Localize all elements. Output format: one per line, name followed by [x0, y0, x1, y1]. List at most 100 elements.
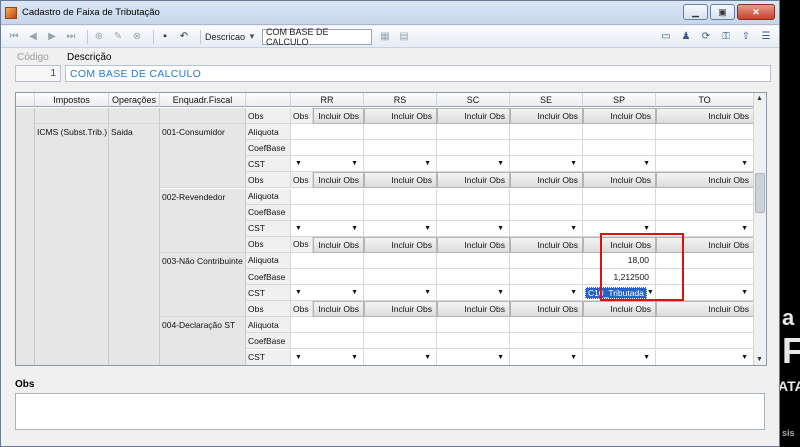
aliquota-cell-rr[interactable] — [291, 317, 364, 334]
aliquota-cell-to[interactable] — [656, 124, 754, 141]
save-icon[interactable]: ▪ — [158, 30, 172, 44]
scroll-up-icon[interactable]: ▲ — [756, 95, 763, 102]
cst-combobox-sc[interactable]: ▼ — [437, 220, 510, 237]
cst-combobox-to[interactable]: ▼ — [656, 220, 754, 237]
incluir-obs-button[interactable]: Incluir Obs — [656, 301, 754, 318]
refresh-icon[interactable]: ⟳ — [699, 29, 713, 43]
obs-textarea[interactable] — [15, 393, 765, 430]
dropdown-arrow-icon[interactable]: ▼ — [643, 354, 650, 361]
code-field[interactable]: 1 — [15, 65, 61, 82]
coefbase-cell-se[interactable] — [510, 204, 583, 221]
coefbase-cell-sc[interactable] — [437, 269, 510, 286]
incluir-obs-button[interactable]: Incluir Obs — [313, 236, 364, 253]
delete-icon[interactable]: ⊗ — [130, 30, 144, 44]
add-icon[interactable]: ⊕ — [92, 30, 106, 44]
dropdown-arrow-icon[interactable]: ▼ — [570, 160, 577, 167]
aliquota-cell-se[interactable] — [510, 188, 583, 205]
edit-icon[interactable]: ✎ — [111, 30, 125, 44]
aliquota-cell-se[interactable] — [510, 252, 583, 269]
maximize-button[interactable]: ▣ — [710, 4, 735, 20]
title-bar[interactable]: Cadastro de Faixa de Tributação ▁ ▣ ✕ — [1, 1, 779, 25]
cst-combobox-se[interactable]: ▼ — [510, 220, 583, 237]
dropdown-arrow-icon[interactable]: ▼ — [424, 225, 431, 232]
scroll-down-icon[interactable]: ▼ — [756, 356, 763, 363]
cst-combobox-se[interactable]: ▼ — [510, 156, 583, 173]
dropdown-arrow-icon[interactable]: ▼ — [351, 289, 358, 296]
dropdown-arrow-icon[interactable]: ▼ — [741, 160, 748, 167]
vertical-scrollbar[interactable]: ▲ ▼ — [753, 93, 766, 365]
lock-icon[interactable]: ⚿ — [719, 29, 733, 43]
cst-combobox-sc[interactable]: ▼ — [437, 156, 510, 173]
aliquota-cell-sc[interactable] — [437, 188, 510, 205]
dropdown-arrow-icon[interactable]: ▼ — [741, 225, 748, 232]
coefbase-cell-sp[interactable] — [583, 333, 656, 350]
cst-combobox-to[interactable]: ▼ — [656, 285, 754, 302]
incluir-obs-button[interactable]: Incluir Obs — [364, 301, 437, 318]
cst-combobox-to[interactable]: ▼ — [656, 156, 754, 173]
dropdown-arrow-icon[interactable]: ▼ — [351, 225, 358, 232]
report-icon[interactable]: ▤ — [397, 30, 411, 44]
dropdown-arrow-icon[interactable]: ▼ — [643, 160, 650, 167]
dropdown-arrow-icon[interactable]: ▼ — [497, 354, 504, 361]
dropdown-arrow-icon[interactable]: ▼ — [570, 289, 577, 296]
dropdown-arrow-icon[interactable]: ▼ — [351, 160, 358, 167]
dropdown-arrow-icon[interactable]: ▼ — [570, 225, 577, 232]
incluir-obs-button[interactable]: Incluir Obs — [510, 108, 583, 125]
cst-combobox-sp[interactable]: ▼ — [583, 220, 656, 237]
coefbase-cell-to[interactable] — [656, 333, 754, 350]
aliquota-cell-to[interactable] — [656, 317, 754, 334]
aliquota-cell-sp[interactable] — [583, 124, 656, 141]
coefbase-cell-sp[interactable] — [583, 204, 656, 221]
cst-combobox-to[interactable]: ▼ — [656, 349, 754, 365]
dropdown-arrow-icon[interactable]: ▼ — [647, 289, 654, 296]
coefbase-cell-rr[interactable] — [291, 204, 364, 221]
coefbase-cell-rs[interactable] — [364, 204, 437, 221]
dropdown-arrow-icon[interactable]: ▼ — [741, 354, 748, 361]
first-record-icon[interactable]: ⏮ — [7, 30, 21, 44]
cst-combobox-rs[interactable]: ▼ — [364, 349, 437, 365]
incluir-obs-button[interactable]: Incluir Obs — [510, 172, 583, 189]
header-enquadramento[interactable]: Enquadr.Fiscal — [160, 93, 246, 107]
coefbase-cell-rs[interactable] — [364, 333, 437, 350]
cst-combobox-rs[interactable]: ▼ — [364, 285, 437, 302]
cst-combobox-rs[interactable]: ▼ — [364, 220, 437, 237]
dropdown-arrow-icon[interactable]: ▼ — [424, 160, 431, 167]
dropdown-arrow-icon[interactable]: ▼ — [295, 289, 302, 296]
aliquota-cell-rs[interactable] — [364, 252, 437, 269]
dropdown-arrow-icon[interactable]: ▼ — [497, 160, 504, 167]
coefbase-cell-sc[interactable] — [437, 333, 510, 350]
header-rr[interactable]: RR — [291, 93, 364, 107]
upload-icon[interactable]: ⇧ — [739, 29, 753, 43]
cst-combobox-sc[interactable]: ▼ — [437, 285, 510, 302]
aliquota-cell-to[interactable] — [656, 188, 754, 205]
coefbase-cell-rr[interactable] — [291, 140, 364, 157]
coefbase-cell-rr[interactable] — [291, 269, 364, 286]
dropdown-arrow-icon[interactable]: ▼ — [295, 225, 302, 232]
aliquota-cell-rs[interactable] — [364, 124, 437, 141]
incluir-obs-button[interactable]: Incluir Obs — [364, 108, 437, 125]
header-operacoes[interactable]: Operações — [109, 93, 160, 107]
aliquota-cell-sp[interactable] — [583, 188, 656, 205]
cst-combobox-rs[interactable]: ▼ — [364, 156, 437, 173]
incluir-obs-button[interactable]: Incluir Obs — [583, 301, 656, 318]
aliquota-cell-rr[interactable] — [291, 188, 364, 205]
coefbase-cell-sc[interactable] — [437, 204, 510, 221]
sp-coefbase-cell[interactable]: 1,212500 — [583, 269, 656, 286]
incluir-obs-button[interactable]: Incluir Obs — [510, 301, 583, 318]
undo-icon[interactable]: ↶ — [177, 30, 191, 44]
cst-combobox-se[interactable]: ▼ — [510, 349, 583, 365]
coefbase-cell-rs[interactable] — [364, 140, 437, 157]
aliquota-cell-se[interactable] — [510, 317, 583, 334]
incluir-obs-button[interactable]: Incluir Obs — [364, 172, 437, 189]
header-sc[interactable]: SC — [437, 93, 510, 107]
chat-icon[interactable]: ▭ — [659, 29, 673, 43]
incluir-obs-button[interactable]: Incluir Obs — [583, 108, 656, 125]
dropdown-arrow-icon[interactable]: ▼ — [295, 354, 302, 361]
header-se[interactable]: SE — [510, 93, 583, 107]
header-field-type[interactable] — [246, 93, 291, 107]
close-button[interactable]: ✕ — [737, 4, 775, 20]
incluir-obs-button[interactable]: Incluir Obs — [364, 236, 437, 253]
incluir-obs-button[interactable]: Incluir Obs — [313, 301, 364, 318]
header-to[interactable]: TO — [656, 93, 754, 107]
aliquota-cell-to[interactable] — [656, 252, 754, 269]
